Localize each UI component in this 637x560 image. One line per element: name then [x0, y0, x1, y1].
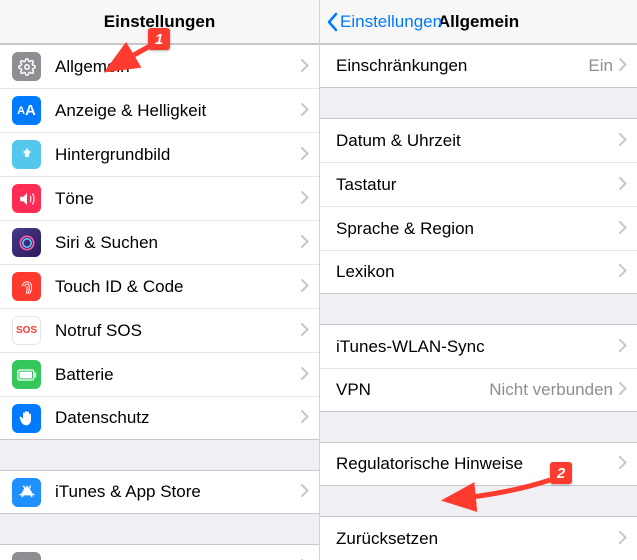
- row-siri[interactable]: Siri & Suchen: [0, 220, 319, 264]
- row-value: Nicht verbunden: [489, 380, 613, 400]
- row-vpn[interactable]: VPN Nicht verbunden: [320, 368, 637, 412]
- navbar-right: Einstellungen Allgemein: [320, 0, 637, 44]
- row-reset[interactable]: Zurücksetzen: [320, 516, 637, 560]
- row-label: iTunes & App Store: [55, 482, 301, 502]
- key-icon: [12, 552, 41, 560]
- gear-icon: [12, 52, 41, 81]
- row-label: Zurücksetzen: [336, 529, 619, 549]
- general-pane: Einstellungen Allgemein Einschränkungen …: [320, 0, 637, 560]
- row-label: Anzeige & Helligkeit: [55, 101, 301, 121]
- group-gap: [320, 88, 637, 118]
- row-label: Allgemein: [55, 57, 301, 77]
- row-label: Regulatorische Hinweise: [336, 454, 619, 474]
- fingerprint-icon: [12, 272, 41, 301]
- row-wallpaper[interactable]: Hintergrundbild: [0, 132, 319, 176]
- row-label: Tastatur: [336, 175, 619, 195]
- row-label: VPN: [336, 380, 489, 400]
- chevron-right-icon: [619, 131, 627, 151]
- row-battery[interactable]: Batterie: [0, 352, 319, 396]
- row-itunes-wifi[interactable]: iTunes-WLAN-Sync: [320, 324, 637, 368]
- row-label: Batterie: [55, 365, 301, 385]
- row-label: Einschränkungen: [336, 56, 588, 76]
- chevron-right-icon: [301, 233, 309, 253]
- row-touchid[interactable]: Touch ID & Code: [0, 264, 319, 308]
- chevron-right-icon: [301, 321, 309, 341]
- row-language[interactable]: Sprache & Region: [320, 206, 637, 250]
- hand-icon: [12, 404, 41, 433]
- sos-icon: SOS: [12, 316, 41, 345]
- chevron-right-icon: [301, 145, 309, 165]
- group-gap: [0, 514, 319, 544]
- navbar-title: Einstellungen: [104, 12, 215, 32]
- textsize-icon: AA: [12, 96, 41, 125]
- chevron-right-icon: [301, 557, 309, 560]
- speaker-icon: [12, 184, 41, 213]
- row-label: Notruf SOS: [55, 321, 301, 341]
- settings-list[interactable]: Allgemein AA Anzeige & Helligkeit Hinter…: [0, 44, 319, 560]
- group-gap: [320, 412, 637, 442]
- chevron-right-icon: [301, 277, 309, 297]
- row-display[interactable]: AA Anzeige & Helligkeit: [0, 88, 319, 132]
- group-gap: [320, 294, 637, 324]
- settings-pane: Einstellungen Allgemein AA Anzeige & Hel…: [0, 0, 320, 560]
- row-sounds[interactable]: Töne: [0, 176, 319, 220]
- chevron-left-icon: [326, 12, 338, 32]
- row-accounts[interactable]: Accounts & Passwörter: [0, 544, 319, 560]
- row-label: Datenschutz: [55, 408, 301, 428]
- group-gap: [0, 440, 319, 470]
- row-label: Siri & Suchen: [55, 233, 301, 253]
- chevron-right-icon: [619, 454, 627, 474]
- chevron-right-icon: [619, 56, 627, 76]
- back-label: Einstellungen: [340, 12, 442, 32]
- navbar-title: Allgemein: [438, 12, 519, 32]
- row-privacy[interactable]: Datenschutz: [0, 396, 319, 440]
- siri-icon: [12, 228, 41, 257]
- battery-icon: [12, 360, 41, 389]
- row-label: Touch ID & Code: [55, 277, 301, 297]
- row-label: iTunes-WLAN-Sync: [336, 337, 619, 357]
- row-value: Ein: [588, 56, 613, 76]
- row-general[interactable]: Allgemein: [0, 44, 319, 88]
- chevron-right-icon: [619, 175, 627, 195]
- chevron-right-icon: [301, 189, 309, 209]
- row-appstore[interactable]: iTunes & App Store: [0, 470, 319, 514]
- row-label: Töne: [55, 189, 301, 209]
- group-gap: [320, 486, 637, 516]
- chevron-right-icon: [619, 262, 627, 282]
- chevron-right-icon: [301, 57, 309, 77]
- general-list[interactable]: Einschränkungen Ein Datum & Uhrzeit Tast…: [320, 44, 637, 560]
- chevron-right-icon: [619, 380, 627, 400]
- row-restrictions[interactable]: Einschränkungen Ein: [320, 44, 637, 88]
- back-button[interactable]: Einstellungen: [326, 12, 442, 32]
- row-regulatory[interactable]: Regulatorische Hinweise: [320, 442, 637, 486]
- chevron-right-icon: [619, 529, 627, 549]
- row-label: Sprache & Region: [336, 219, 619, 239]
- row-sos[interactable]: SOS Notruf SOS: [0, 308, 319, 352]
- row-label: Lexikon: [336, 262, 619, 282]
- row-label: Accounts & Passwörter: [55, 557, 301, 560]
- appstore-icon: [12, 478, 41, 507]
- wallpaper-icon: [12, 140, 41, 169]
- chevron-right-icon: [619, 219, 627, 239]
- row-keyboard[interactable]: Tastatur: [320, 162, 637, 206]
- chevron-right-icon: [301, 101, 309, 121]
- row-label: Hintergrundbild: [55, 145, 301, 165]
- chevron-right-icon: [619, 337, 627, 357]
- row-dictionary[interactable]: Lexikon: [320, 250, 637, 294]
- row-datetime[interactable]: Datum & Uhrzeit: [320, 118, 637, 162]
- navbar-left: Einstellungen: [0, 0, 319, 44]
- chevron-right-icon: [301, 365, 309, 385]
- chevron-right-icon: [301, 408, 309, 428]
- row-label: Datum & Uhrzeit: [336, 131, 619, 151]
- chevron-right-icon: [301, 482, 309, 502]
